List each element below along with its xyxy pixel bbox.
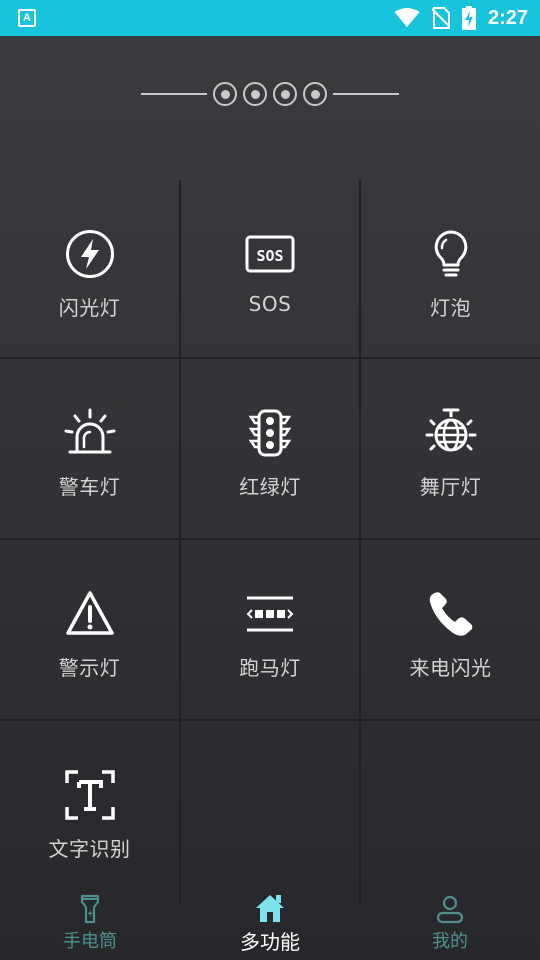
header-decoration xyxy=(0,80,540,108)
feature-traffic-light[interactable]: 红绿灯 xyxy=(181,359,361,540)
feature-marquee-light[interactable]: 跑马灯 xyxy=(181,540,361,721)
feature-call-flash[interactable]: 来电闪光 xyxy=(361,540,540,721)
bulb-icon xyxy=(434,230,467,277)
nav-label: 手电筒 xyxy=(63,931,117,952)
feature-police-light[interactable]: 警车灯 xyxy=(0,359,181,540)
nav-mine[interactable]: 我的 xyxy=(360,886,540,960)
feature-label: 警车灯 xyxy=(58,475,121,499)
feature-label: 灯泡 xyxy=(430,296,471,320)
deco-rings xyxy=(213,82,327,106)
nav-label: 多功能 xyxy=(240,929,300,954)
feature-label: 跑马灯 xyxy=(239,656,301,680)
svg-text:SOS: SOS xyxy=(256,247,283,265)
status-time: 2:27 xyxy=(487,6,528,29)
sos-icon: SOS xyxy=(245,235,295,273)
bottom-nav: 手电筒 多功能 我的 xyxy=(0,886,540,960)
ring-icon xyxy=(213,82,237,106)
ring-icon xyxy=(243,82,267,106)
status-bar: A 2:27 xyxy=(0,0,540,36)
feature-bulb[interactable]: 灯泡 xyxy=(361,180,540,359)
text-recognition-icon xyxy=(64,770,115,820)
ring-icon xyxy=(273,82,297,106)
no-sim-icon xyxy=(431,7,450,29)
flash-icon xyxy=(65,230,114,278)
empty-cell xyxy=(181,721,361,904)
marquee-icon xyxy=(246,596,294,632)
feature-label: 闪光灯 xyxy=(58,296,121,320)
feature-disco-light[interactable]: 舞厅灯 xyxy=(361,359,540,540)
feature-label: 舞厅灯 xyxy=(419,475,482,499)
user-icon xyxy=(436,895,464,924)
feature-sos[interactable]: SOS SOS xyxy=(181,180,361,359)
empty-cell xyxy=(361,721,540,904)
traffic-light-icon xyxy=(248,409,292,457)
feature-flash[interactable]: 闪光灯 xyxy=(0,180,181,359)
deco-line-left xyxy=(141,93,207,95)
warning-icon xyxy=(65,591,114,635)
phone-icon xyxy=(429,592,472,636)
feature-warning-light[interactable]: 警示灯 xyxy=(0,540,181,721)
disco-ball-icon xyxy=(425,408,476,452)
police-light-icon xyxy=(64,408,115,454)
nav-multifunction[interactable]: 多功能 xyxy=(180,886,360,960)
home-icon xyxy=(256,894,284,922)
feature-label: 文字识别 xyxy=(48,837,131,861)
nav-label: 我的 xyxy=(432,931,468,952)
flashlight-icon xyxy=(80,894,100,924)
nav-flashlight[interactable]: 手电筒 xyxy=(0,886,180,960)
feature-text-recognition[interactable]: 文字识别 xyxy=(0,721,181,904)
feature-label: SOS xyxy=(248,292,292,316)
wifi-icon xyxy=(394,8,420,27)
feature-grid: 闪光灯 SOS SOS 灯泡 警车灯 红绿灯 舞厅灯 警示灯 跑马灯 来电闪光 … xyxy=(0,180,540,904)
feature-label: 来电闪光 xyxy=(409,656,492,680)
app-notification-icon: A xyxy=(18,9,36,27)
ring-icon xyxy=(303,82,327,106)
deco-line-right xyxy=(333,93,399,95)
battery-charging-icon xyxy=(461,6,476,30)
feature-label: 警示灯 xyxy=(58,656,121,680)
feature-label: 红绿灯 xyxy=(239,475,301,499)
